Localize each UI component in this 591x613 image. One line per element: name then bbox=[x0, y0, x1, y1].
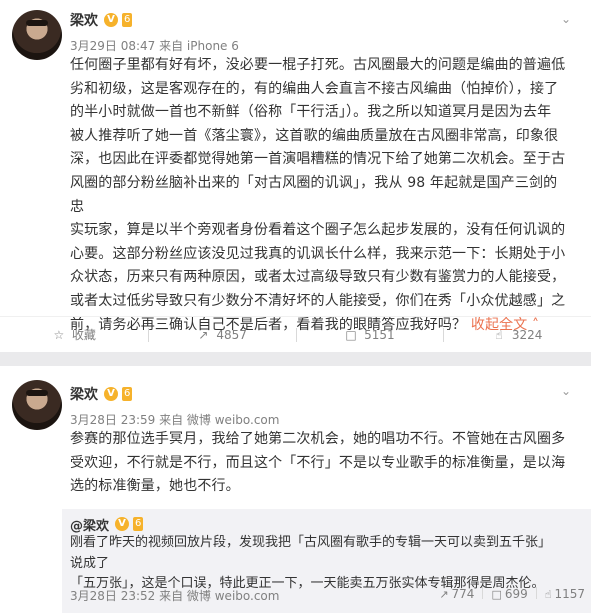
chevron-down-icon[interactable]: ⌄ bbox=[559, 12, 573, 26]
repost-author-row: @梁欢 V 6 bbox=[70, 514, 144, 534]
post-meta: 3月29日 08:47 来自 iPhone 6 bbox=[70, 39, 239, 53]
avatar[interactable] bbox=[12, 10, 62, 60]
favorite-button[interactable]: ☆ 收藏 bbox=[0, 317, 148, 352]
like-count: 3224 bbox=[511, 327, 543, 342]
weibo-post-card: 梁欢 V 6 ⌄ 3月28日 23:59 来自 微博 weibo.com 参赛的… bbox=[0, 366, 591, 613]
level-badge-icon: 6 bbox=[133, 517, 144, 531]
post-text-line: 实玩家，算是以半个旁观者身份看着这个圈子怎么起步发展的，没有任何讥讽的 bbox=[70, 222, 566, 239]
author-row: 梁欢 V 6 bbox=[70, 384, 133, 404]
repost-text: 刚看了昨天的视频回放片段，发现我把「古风圈有歌手的专辑一天可以卖到五千张」说成了… bbox=[70, 533, 560, 595]
repost-meta: 3月28日 23:52 来自 微博 weibo.com bbox=[70, 589, 280, 603]
thumbs-up-icon: ☝ bbox=[495, 327, 503, 342]
author-name[interactable]: 梁欢 bbox=[70, 10, 98, 30]
post-text: 任何圈子里都有好有坏，没必要一棍子打死。古风圈最大的问题是编曲的普遍低 劣和初级… bbox=[70, 54, 570, 337]
post-text-line: 被人推荐听了她一首《落尘寰》，这首歌的编曲质量放在古风圈非常高，印象很 bbox=[70, 127, 559, 144]
repost-button[interactable]: ↗ 4857 bbox=[147, 317, 296, 352]
post-text-line: 心要。这部分粉丝应该没见过我真的讥讽长什么样，我来示范一下：长期处于小 bbox=[70, 245, 566, 262]
post-text-line: 任何圈子里都有好有坏，没必要一棍子打死。古风圈最大的问题是编曲的普遍低 bbox=[70, 57, 566, 73]
repost-repost-button[interactable]: ↗ 774 bbox=[439, 587, 474, 601]
like-button[interactable]: ☝ 3224 bbox=[443, 317, 591, 352]
repost-count: 4857 bbox=[216, 327, 247, 342]
post-text: 参赛的那位选手冥月，我给了她第二次机会，她的唱功不行。不管她在古风圈多 受欢迎，… bbox=[70, 428, 570, 499]
repost-comment-count: 699 bbox=[504, 587, 528, 601]
verified-v-icon: V bbox=[104, 13, 118, 27]
divider bbox=[535, 587, 537, 599]
post-text-line: 参赛的那位选手冥月，我给了她第二次机会，她的唱功不行。不管她在古风圈多 bbox=[70, 431, 566, 447]
post-text-line: 的半小时就做一首也不新鲜（俗称「干行活」）。我之所以知道冥月是因为去年 bbox=[70, 104, 552, 121]
post-actions-bar: ☆ 收藏 ↗ 4857 □ 5151 ☝ 3224 bbox=[0, 316, 591, 352]
repost-icon: ↗ bbox=[439, 587, 449, 601]
author-name[interactable]: 梁欢 bbox=[70, 384, 98, 404]
post-text-line: 或者太过低劣导致只有少数分不清好坏的人能接受，你们在秀「小众优越感」之 bbox=[70, 292, 566, 309]
post-text-line: 深，也因此在评委都觉得她第一首演唱糟糕的情况下给了她第二次机会。至于古 bbox=[70, 151, 566, 168]
verified-v-icon: V bbox=[104, 387, 118, 401]
level-badge-icon: 6 bbox=[122, 387, 133, 401]
repost-icon: ↗ bbox=[198, 327, 209, 342]
chevron-down-icon[interactable]: ⌄ bbox=[559, 384, 573, 398]
repost-like-count: 1157 bbox=[554, 587, 585, 601]
repost-like-button[interactable]: ☝ 1157 bbox=[545, 587, 585, 601]
post-text-line: 受欢迎，不行就是不行，而且这个「不行」不是以专业歌手的标准衡量，是以海 bbox=[70, 454, 566, 471]
avatar[interactable] bbox=[12, 380, 62, 430]
post-text-line: 选的标准衡量，她也不行。 bbox=[70, 478, 240, 495]
thumbs-up-icon: ☝ bbox=[544, 587, 552, 601]
author-row: 梁欢 V 6 bbox=[70, 10, 133, 30]
repost-author-name[interactable]: @梁欢 bbox=[70, 515, 109, 534]
repost-comment-button[interactable]: □ 699 bbox=[491, 587, 527, 601]
star-icon: ☆ bbox=[53, 327, 65, 342]
verified-v-icon: V bbox=[115, 517, 130, 531]
repost-text-line: 刚看了昨天的视频回放片段，发现我把「古风圈有歌手的专辑一天可以卖到五千张」说成了 bbox=[70, 535, 552, 571]
level-badge-icon: 6 bbox=[122, 13, 133, 27]
comment-count: 5151 bbox=[364, 327, 395, 342]
comment-button[interactable]: □ 5151 bbox=[295, 317, 444, 352]
reposted-post[interactable]: @梁欢 V 6 刚看了昨天的视频回放片段，发现我把「古风圈有歌手的专辑一天可以卖… bbox=[62, 509, 591, 613]
repost-repost-count: 774 bbox=[451, 587, 475, 601]
comment-icon: □ bbox=[491, 587, 502, 601]
divider bbox=[482, 587, 484, 599]
weibo-post-card: 梁欢 V 6 ⌄ 3月29日 08:47 来自 iPhone 6 任何圈子里都有… bbox=[0, 0, 591, 352]
post-text-line: 劣和初级，这是客观存在的，有的编曲人会直言不接古风编曲（怕掉价），接了 bbox=[70, 80, 559, 97]
repost-stats: ↗ 774 □ 699 ☝ 1157 bbox=[431, 587, 585, 601]
post-meta: 3月28日 23:59 来自 微博 weibo.com bbox=[70, 413, 280, 427]
post-text-line: 风圈的部分粉丝脑补出来的「对古风圈的讥讽」，我从 98 年起就是国产三剑的忠 bbox=[70, 174, 558, 215]
favorite-label: 收藏 bbox=[71, 328, 96, 342]
post-text-line: 众状态，历来只有两种原因，或者太过高级导致只有少数有鉴赏力的人能接受， bbox=[70, 269, 566, 286]
comment-icon: □ bbox=[345, 327, 357, 342]
